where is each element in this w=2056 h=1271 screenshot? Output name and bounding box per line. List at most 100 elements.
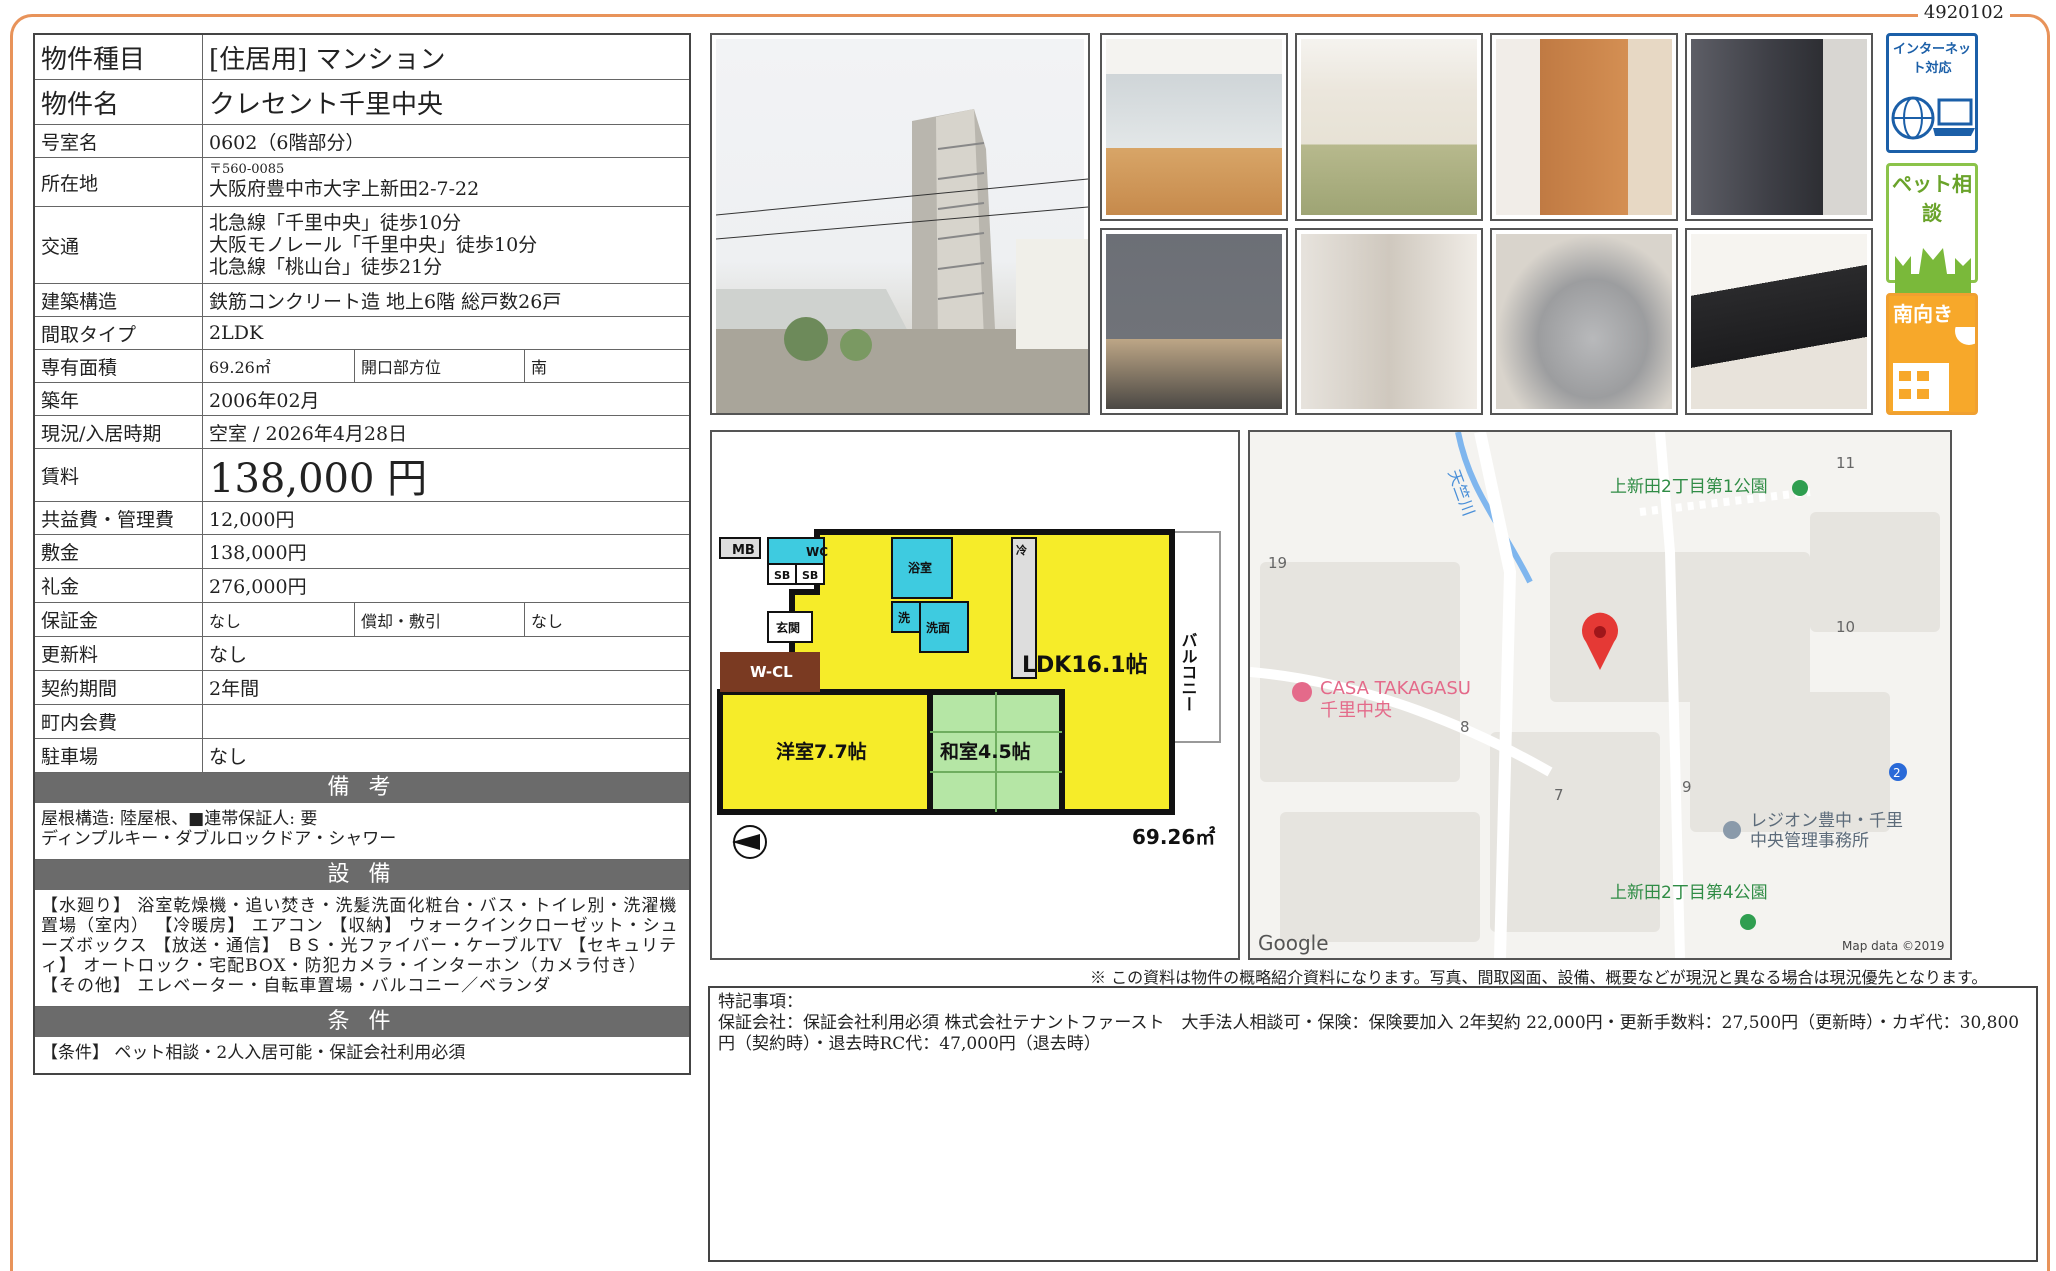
fp-wc: WC — [806, 545, 828, 559]
fp-japanese-room: 和室4.5帖 — [940, 740, 1031, 763]
conditions-header: 条 件 — [35, 1007, 689, 1037]
map-casa-1: CASA TAKAGASU — [1320, 678, 1471, 699]
equipment-header: 設 備 — [35, 860, 689, 890]
special-notes-title: 特記事項： — [718, 992, 803, 1012]
equipment-text: 【水廻り】 浴室乾燥機・追い焚き・洗髪洗面化粧台・バス・トイレ別・洗濯機置場（室… — [35, 890, 689, 1007]
access-line-1: 北急線「千里中央」徒歩10分 — [209, 212, 462, 234]
special-notes-box: 特記事項： 保証会社：保証会社利用必須 株式会社テナントファースト 大手法人相談… — [708, 986, 2038, 1262]
guarantee-label: 保証金 — [35, 603, 203, 636]
parking-value: なし — [209, 746, 248, 768]
remarks-line-1: 屋根構造: 陸屋根、■連帯保証人: 要 — [41, 809, 318, 829]
internet-badge-label: インターネット対応 — [1892, 42, 1971, 76]
cafe-pin-icon — [1292, 682, 1312, 702]
office-pin-icon — [1723, 821, 1741, 839]
fee-value: 12,000円 — [209, 508, 295, 531]
map-block-7: 7 — [1554, 786, 1564, 804]
built-value: 2006年02月 — [209, 389, 320, 412]
rent-label: 賃料 — [35, 449, 203, 501]
south-facing-badge-label: 南向き — [1893, 302, 1953, 326]
fp-western-room: 洋室7.7帖 — [776, 740, 867, 763]
map-park-4: 上新田2丁目第4公園 — [1610, 883, 1768, 903]
park-pin-icon — [1792, 480, 1808, 496]
conditions-text: 【条件】 ペット相談・2人入居可能・保証会社利用必須 — [41, 1043, 466, 1063]
map-attribution: Map data ©2019 — [1842, 939, 1945, 953]
direction-label: 開口部方位 — [355, 350, 525, 382]
rent-value: 138,000 円 — [209, 456, 428, 502]
location-map[interactable]: 天竺川 上新田2丁目第1公園 11 19 10 8 7 9 2 CASA TAK… — [1248, 430, 1952, 960]
map-block-10: 10 — [1836, 618, 1855, 636]
access-line-3: 北急線「桃山台」徒歩21分 — [209, 256, 443, 278]
building-exterior-photo — [710, 33, 1090, 415]
room-photo-entrance — [1100, 228, 1288, 415]
town-fee-label: 町内会費 — [35, 705, 203, 738]
map-office-1: レジオン豊中・千里 — [1750, 811, 1903, 831]
map-block-8: 8 — [1460, 718, 1470, 736]
term-value: 2年間 — [209, 678, 260, 700]
map-casa-2: 千里中央 — [1320, 700, 1392, 721]
name-value: クレセント千里中央 — [209, 89, 444, 120]
access-label: 交通 — [35, 207, 203, 283]
deposit-value: 138,000円 — [209, 542, 307, 564]
document-id: 4920102 — [1917, 2, 2010, 23]
floor-plan: MB WC SB SB 玄関 浴室 洗 洗面 冷 W-CL LDK16.1帖 洋… — [710, 430, 1240, 960]
remarks-line-2: ディンプルキー・ダブルロックドア・シャワー — [41, 829, 397, 849]
remarks-header: 備 考 — [35, 773, 689, 803]
internet-badge: インターネット対応 — [1886, 33, 1978, 153]
structure-label: 建築構造 — [35, 284, 203, 316]
amortization-label: 償却・敷引 — [355, 603, 525, 636]
map-block-9: 9 — [1682, 778, 1692, 796]
address-label: 所在地 — [35, 158, 203, 206]
map-park-1: 上新田2丁目第1公園 — [1610, 477, 1768, 497]
room-photo-kitchen — [1295, 228, 1483, 415]
renewal-value: なし — [209, 644, 248, 666]
area-value: 69.26㎡ — [203, 350, 355, 382]
area-label: 専有面積 — [35, 350, 203, 382]
room-photo-stove — [1685, 228, 1873, 415]
room-photo-shoe-cabinet — [1685, 33, 1873, 221]
fp-wash: 洗面 — [926, 620, 950, 635]
town-fee-value — [203, 705, 689, 738]
disclaimer-note: ※ この資料は物件の概略紹介資料になります。写真、間取図面、設備、概要などが現況… — [1090, 968, 1988, 987]
address-value: 大阪府豊中市大字上新田2-7-22 — [209, 178, 480, 200]
status-value: 空室 / 2026年4月28日 — [209, 422, 408, 445]
fp-mb: MB — [732, 543, 755, 558]
special-notes-text: 保証会社：保証会社利用必須 株式会社テナントファースト 大手法人相談可・保険：保… — [718, 1013, 2020, 1054]
fp-sb-1: SB — [774, 569, 790, 582]
fp-ldk: LDK16.1帖 — [1022, 653, 1148, 678]
layout-value: 2LDK — [209, 322, 264, 344]
fp-area: 69.26㎡ — [1132, 825, 1215, 849]
built-label: 築年 — [35, 383, 203, 415]
guarantee-value: なし — [203, 603, 355, 636]
sun-house-icon — [1893, 317, 1983, 411]
key-money-value: 276,000円 — [209, 576, 307, 598]
property-info-table: 物件種目 [住居用] マンション 物件名 クレセント千里中央 号室名 0602（6階部… — [33, 33, 691, 1075]
pet-badge-label: ペット相談 — [1892, 172, 1972, 225]
google-logo: Google — [1258, 931, 1329, 955]
pet-badge: ペット相談 — [1886, 163, 1978, 306]
room-photo-closet — [1490, 33, 1678, 221]
renewal-label: 更新料 — [35, 637, 203, 670]
type-label: 物件種目 — [35, 35, 203, 79]
fee-label: 共益費・管理費 — [35, 502, 203, 534]
status-label: 現況/入居時期 — [35, 416, 203, 448]
map-block-19: 19 — [1268, 554, 1287, 572]
access-line-2: 大阪モノレール「千里中央」徒歩10分 — [209, 234, 538, 256]
room-photo-japanese — [1295, 33, 1483, 221]
room-photo-sink — [1490, 228, 1678, 415]
room-label: 号室名 — [35, 125, 203, 157]
fp-sen: 洗 — [898, 610, 910, 625]
fp-fridge: 冷 — [1016, 543, 1027, 557]
south-facing-badge: 南向き — [1886, 293, 1983, 415]
parking-label: 駐車場 — [35, 739, 203, 772]
map-route-2: 2 — [1893, 766, 1901, 780]
layout-label: 間取タイプ — [35, 317, 203, 349]
amortization-value: なし — [531, 611, 564, 631]
address-zip: 〒560-0085 — [209, 162, 285, 177]
internet-icon — [1891, 96, 1975, 140]
type-value: [住居用] マンション — [209, 44, 446, 75]
key-money-label: 礼金 — [35, 569, 203, 602]
fp-balcony: バルコニー — [1179, 632, 1198, 712]
term-label: 契約期間 — [35, 671, 203, 704]
fp-entrance: 玄関 — [776, 620, 800, 635]
map-office-2: 中央管理事務所 — [1750, 831, 1869, 851]
